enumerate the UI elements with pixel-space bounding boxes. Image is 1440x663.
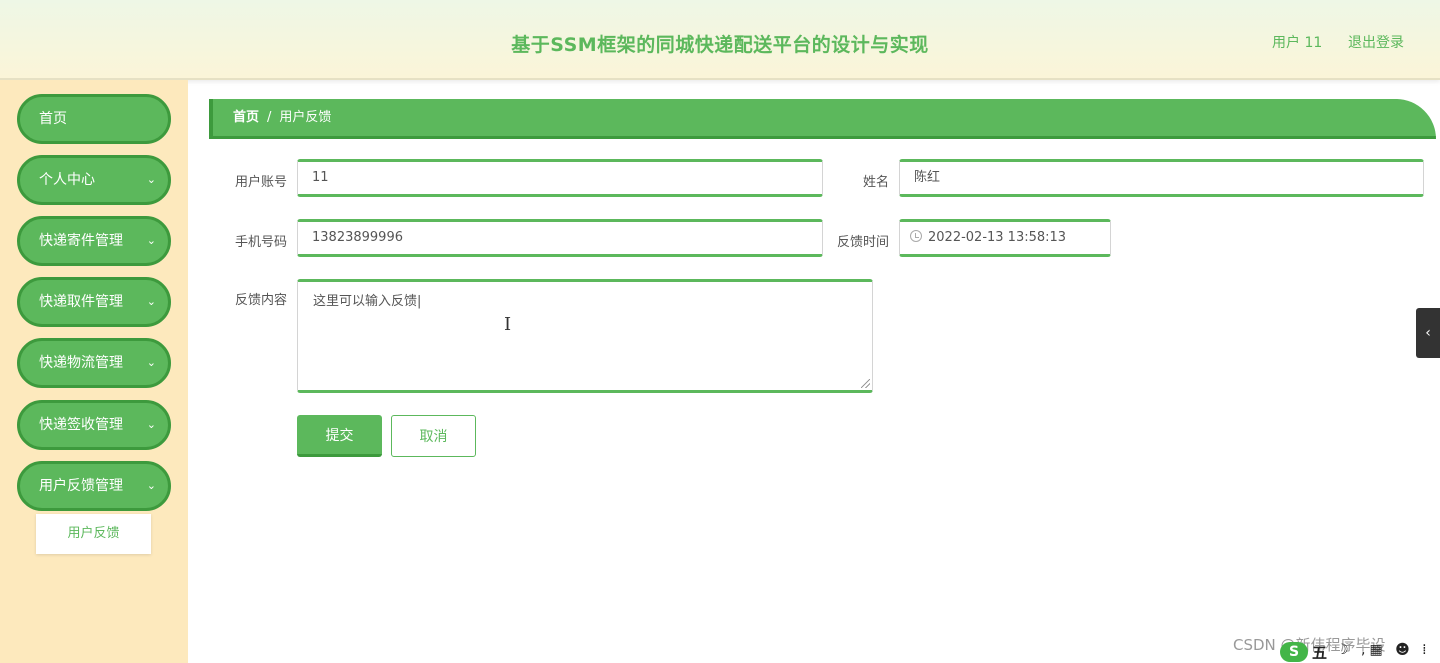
sidebar-item-send-management[interactable]: 快递寄件管理 ⌄: [17, 216, 171, 266]
ime-toolbar: S 五 ☽ ,▦ ☻ ⁞: [1280, 640, 1440, 663]
sidebar-item-label: 快递寄件管理: [39, 233, 123, 249]
sidebar-item-label: 个人中心: [39, 172, 95, 188]
feedback-time-picker[interactable]: 2022-02-13 13:58:13: [899, 219, 1111, 257]
sidebar-item-personal-center[interactable]: 个人中心 ⌄: [17, 155, 171, 205]
sidebar-item-logistics-management[interactable]: 快递物流管理 ⌄: [17, 338, 171, 388]
account-label: 用户账号: [234, 175, 287, 190]
chevron-down-icon: ⌄: [146, 295, 156, 308]
submenu-item-user-feedback[interactable]: 用户反馈: [36, 514, 151, 554]
phone-field[interactable]: 13823899996: [297, 219, 823, 257]
submit-button[interactable]: 提交: [297, 415, 382, 457]
feedback-content-label: 反馈内容: [234, 293, 287, 308]
account-field[interactable]: 11: [297, 159, 823, 197]
sidebar-item-label: 首页: [39, 111, 67, 127]
breadcrumb-home[interactable]: 首页: [233, 110, 259, 125]
breadcrumb: 首页 / 用户反馈: [209, 99, 1436, 139]
sidebar-item-label: 快递取件管理: [39, 294, 123, 310]
panel-toggle-button[interactable]: ‹: [1416, 308, 1440, 358]
sidebar-item-label: 快递签收管理: [39, 417, 123, 433]
sidebar-item-label: 快递物流管理: [39, 355, 123, 371]
top-header: 基于SSM框架的同城快递配送平台的设计与实现 用户 11 退出登录: [0, 0, 1440, 80]
cancel-button[interactable]: 取消: [391, 415, 476, 457]
feedback-time-value: 2022-02-13 13:58:13: [928, 230, 1067, 245]
sidebar-item-signoff-management[interactable]: 快递签收管理 ⌄: [17, 400, 171, 450]
resize-handle-icon[interactable]: [861, 379, 870, 388]
sidebar-item-feedback-management[interactable]: 用户反馈管理 ⌄: [17, 461, 171, 511]
feedback-time-label: 反馈时间: [836, 235, 889, 250]
page-title: 基于SSM框架的同城快递配送平台的设计与实现: [511, 34, 929, 56]
sidebar: 首页 个人中心 ⌄ 快递寄件管理 ⌄ 快递取件管理 ⌄ 快递物流管理 ⌄ 快递签…: [0, 80, 188, 663]
feedback-content-textarea[interactable]: 这里可以输入反馈|: [297, 279, 873, 393]
chevron-down-icon: ⌄: [146, 479, 156, 492]
breadcrumb-current: 用户反馈: [279, 110, 332, 125]
logout-link[interactable]: 退出登录: [1348, 32, 1404, 52]
feedback-content-value: 这里可以输入反馈|: [313, 294, 422, 309]
ime-tool-icons[interactable]: ☽ ,▦ ☻ ⁞: [1336, 642, 1431, 658]
sidebar-item-home[interactable]: 首页: [17, 94, 171, 144]
chevron-down-icon: ⌄: [146, 173, 156, 186]
chevron-down-icon: ⌄: [146, 418, 156, 431]
phone-label: 手机号码: [234, 235, 287, 250]
name-field[interactable]: 陈红: [899, 159, 1424, 197]
sidebar-item-label: 用户反馈管理: [39, 478, 123, 494]
ime-mode-indicator[interactable]: 五: [1312, 642, 1327, 663]
clock-icon: [910, 230, 922, 242]
text-cursor-icon: I: [504, 314, 512, 335]
current-user: 用户 11: [1272, 35, 1323, 51]
name-label: 姓名: [862, 175, 889, 190]
sidebar-item-pickup-management[interactable]: 快递取件管理 ⌄: [17, 277, 171, 327]
breadcrumb-separator: /: [267, 110, 272, 125]
chevron-down-icon: ⌄: [146, 234, 156, 247]
chevron-down-icon: ⌄: [146, 356, 156, 369]
ime-logo-icon[interactable]: S: [1280, 642, 1308, 662]
